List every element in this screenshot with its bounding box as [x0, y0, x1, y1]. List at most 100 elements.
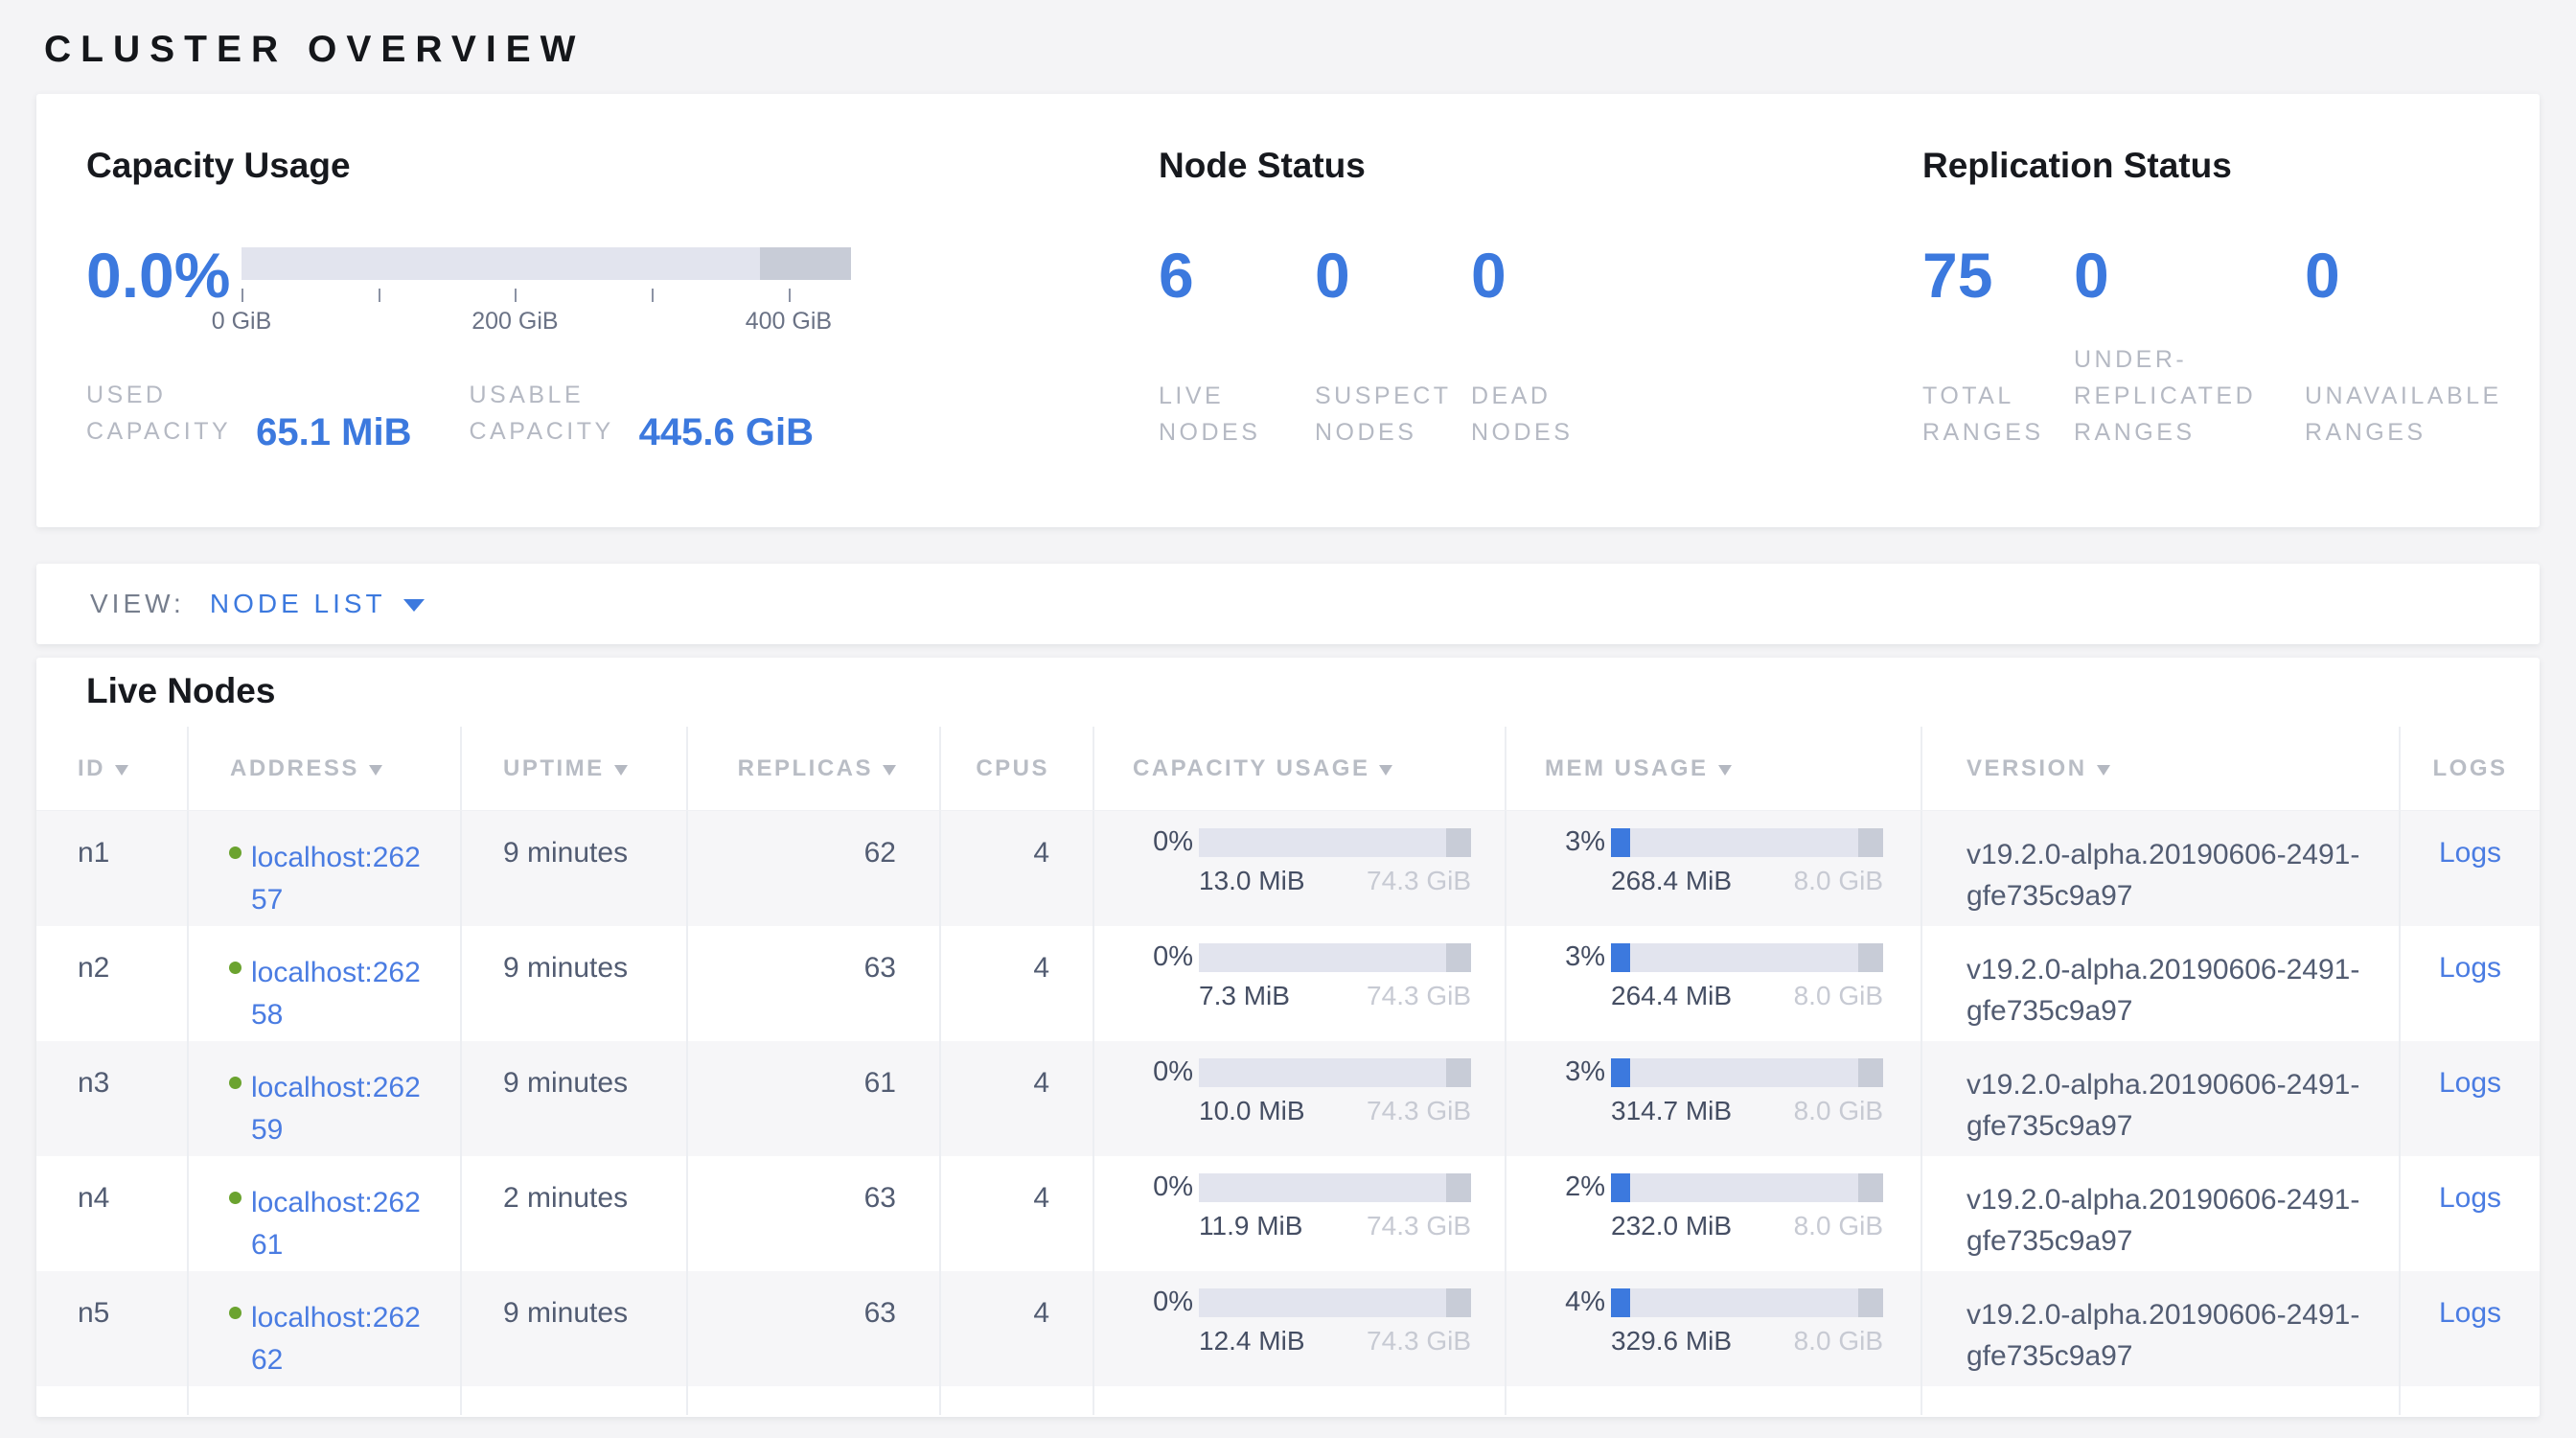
capacity-total-value: 74.3 GiB — [1367, 981, 1471, 1011]
view-label: VIEW: — [90, 589, 185, 619]
node-address-link[interactable]: localhost:26259 — [251, 1067, 435, 1150]
capacity-bar-tail — [1446, 1288, 1471, 1317]
view-dropdown[interactable]: NODE LIST — [210, 589, 425, 619]
capacity-usage-values: 7.3 MiB74.3 GiB — [1199, 981, 1471, 1011]
node-address-link[interactable]: localhost:26262 — [251, 1297, 435, 1380]
node-address-link[interactable]: localhost:26258 — [251, 952, 435, 1035]
column-header-address[interactable]: ADDRESS — [189, 727, 462, 810]
replicas-value: 63 — [864, 952, 896, 984]
logs-link[interactable]: Logs — [2439, 1182, 2501, 1271]
uptime-cell: 9 minutes — [462, 1271, 688, 1386]
capacity-usage-percent: 0% — [1133, 1171, 1193, 1203]
cpus-cell: 4 — [941, 1041, 1094, 1156]
capacity-usage-percent: 0% — [1133, 1287, 1193, 1318]
memory-total-value: 8.0 GiB — [1794, 981, 1883, 1011]
summary-stat: 0DEADNODES — [1471, 247, 1644, 451]
column-header-label: ID — [78, 755, 105, 782]
logs-link[interactable]: Logs — [2439, 837, 2501, 926]
summary-stat-label-line: NODES — [1471, 414, 1644, 451]
cpus-cell: 4 — [941, 1271, 1094, 1386]
table-cell-partial — [462, 1386, 688, 1415]
capacity-used-value: 13.0 MiB — [1199, 866, 1305, 896]
logs-link[interactable]: Logs — [2439, 1067, 2501, 1156]
summary-stat-label-line: LIVE — [1159, 378, 1315, 414]
memory-used-value: 264.4 MiB — [1611, 981, 1732, 1011]
capacity-total-value: 74.3 GiB — [1367, 1326, 1471, 1357]
logs-link[interactable]: Logs — [2439, 952, 2501, 1041]
replicas-cell: 63 — [688, 1271, 941, 1386]
capacity-usage-section: Capacity Usage 0.0% 0 GiB200 GiB400 GiB … — [86, 146, 1064, 527]
column-header-replicas[interactable]: REPLICAS — [688, 727, 941, 810]
memory-usage-values: 232.0 MiB8.0 GiB — [1611, 1211, 1883, 1241]
sort-caret-icon — [1718, 765, 1732, 776]
column-header-capacity-usage[interactable]: CAPACITY USAGE — [1094, 727, 1506, 810]
view-selector-strip: VIEW: NODE LIST — [36, 564, 2540, 644]
capacity-stat-label-line: USABLE — [469, 377, 613, 413]
summary-stat: 0SUSPECTNODES — [1315, 247, 1471, 451]
column-header-mem-usage[interactable]: MEM USAGE — [1506, 727, 1922, 810]
memory-usage-bar — [1611, 1173, 1883, 1202]
replicas-value: 61 — [864, 1067, 896, 1099]
table-row-partial — [36, 1386, 2540, 1415]
memory-usage-cell: 4%329.6 MiB8.0 GiB — [1506, 1271, 1922, 1386]
replication-status-section: Replication Status 75TOTALRANGES0UNDER-R… — [1922, 146, 2525, 527]
logs-link[interactable]: Logs — [2439, 1297, 2501, 1386]
uptime-cell: 9 minutes — [462, 811, 688, 926]
capacity-stat-label-line: CAPACITY — [469, 413, 613, 450]
capacity-bar-line: 0% — [1133, 826, 1505, 858]
live-status-dot — [229, 1192, 242, 1204]
column-header-label: REPLICAS — [738, 755, 873, 782]
replicas-cell: 63 — [688, 1156, 941, 1271]
capacity-used-value: 11.9 MiB — [1199, 1211, 1302, 1241]
capacity-bar-tail — [1446, 828, 1471, 857]
capacity-usage-bar — [1199, 1058, 1471, 1087]
uptime-value: 9 minutes — [503, 837, 628, 869]
axis-tick-label: 0 GiB — [212, 308, 272, 336]
capacity-bar-line: 0% — [1133, 1287, 1505, 1318]
memory-bar-tail — [1858, 828, 1883, 857]
capacity-stat: USABLECAPACITY445.6 GiB — [469, 377, 814, 450]
column-header-id[interactable]: ID — [36, 727, 189, 810]
table-cell-partial — [189, 1386, 462, 1415]
memory-bar-fill — [1611, 1288, 1630, 1317]
node-address-link[interactable]: localhost:26257 — [251, 837, 435, 920]
table-cell-partial — [1094, 1386, 1506, 1415]
cpus-value: 4 — [1033, 837, 1049, 869]
axis-tick — [515, 289, 517, 302]
capacity-usage-cell: 0%10.0 MiB74.3 GiB — [1094, 1041, 1506, 1156]
capacity-stats: USEDCAPACITY65.1 MiBUSABLECAPACITY445.6 … — [86, 377, 1064, 450]
replicas-value: 63 — [864, 1182, 896, 1214]
summary-stat-value: 75 — [1922, 247, 2074, 304]
capacity-bar-tail — [760, 247, 851, 280]
summary-stat-label-line: UNAVAILABLE — [2305, 378, 2525, 414]
capacity-total-value: 74.3 GiB — [1367, 866, 1471, 896]
memory-total-value: 8.0 GiB — [1794, 866, 1883, 896]
memory-bar-fill — [1611, 828, 1630, 857]
node-address-link[interactable]: localhost:26261 — [251, 1182, 435, 1265]
cpus-cell: 4 — [941, 811, 1094, 926]
summary-stat-label: DEADNODES — [1471, 378, 1644, 451]
capacity-bar-tail — [1446, 1058, 1471, 1087]
cluster-summary-card: Capacity Usage 0.0% 0 GiB200 GiB400 GiB … — [36, 94, 2540, 527]
summary-stat-label: UNDER-REPLICATEDRANGES — [2074, 341, 2305, 451]
memory-usage-values: 264.4 MiB 8.0 GiB — [1611, 981, 1883, 1011]
column-header-version[interactable]: VERSION — [1922, 727, 2401, 810]
cpus-cell: 4 — [941, 926, 1094, 1041]
summary-stat: 0UNDER-REPLICATEDRANGES — [2074, 247, 2305, 451]
sort-caret-icon — [883, 765, 896, 776]
capacity-bar-tail — [1446, 943, 1471, 972]
column-header-uptime[interactable]: UPTIME — [462, 727, 688, 810]
memory-usage-values: 329.6 MiB8.0 GiB — [1611, 1326, 1883, 1357]
sort-caret-icon — [115, 765, 128, 776]
node-address-cell: localhost:26258 — [189, 926, 462, 1041]
cpus-value: 4 — [1033, 1182, 1049, 1214]
memory-bar-line: 2% — [1545, 1171, 1920, 1203]
uptime-cell: 9 minutes — [462, 926, 688, 1041]
column-header-logs: LOGS — [2401, 727, 2540, 810]
version-cell: v19.2.0-alpha.20190606-2491-gfe735c9a97 — [1922, 1041, 2401, 1156]
table-row: n1localhost:262579 minutes6240%13.0 MiB7… — [36, 811, 2540, 926]
version-cell: v19.2.0-alpha.20190606-2491-gfe735c9a97 — [1922, 1156, 2401, 1271]
summary-stat-label-line: REPLICATED — [2074, 378, 2305, 414]
version-value: v19.2.0-alpha.20190606-2491-gfe735c9a97 — [1966, 1184, 2359, 1257]
node-id-cell: n3 — [36, 1041, 189, 1156]
